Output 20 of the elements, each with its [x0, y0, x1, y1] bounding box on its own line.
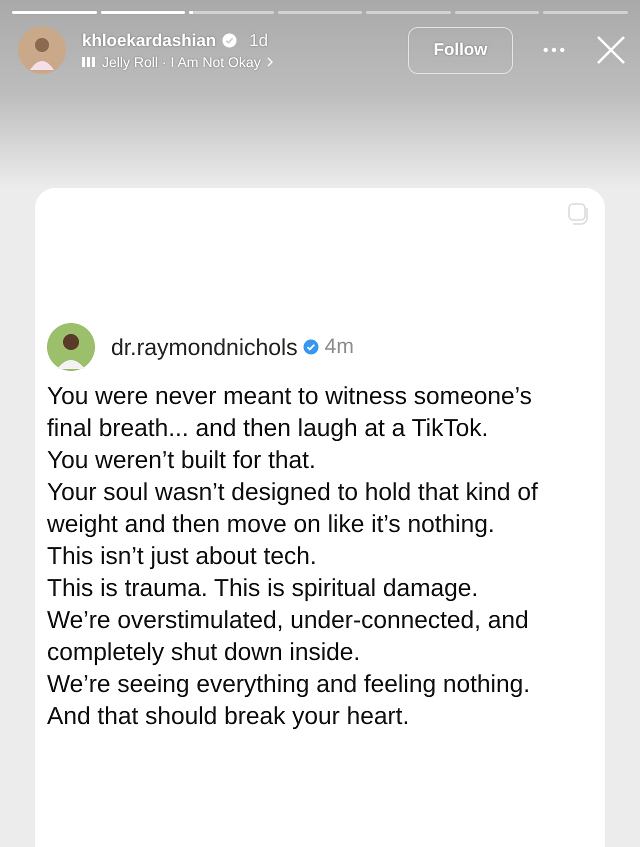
- post-time: 1d: [249, 30, 268, 50]
- music-bars-icon: [82, 56, 96, 66]
- username[interactable]: dr.raymondnichols: [111, 334, 298, 360]
- close-icon[interactable]: [596, 35, 626, 65]
- post-text: And that should break your heart.: [47, 702, 410, 732]
- chevron-icon: [266, 56, 273, 66]
- avatar-icon[interactable]: [47, 323, 95, 371]
- username[interactable]: khloekardashian: [82, 30, 216, 50]
- more-icon[interactable]: [543, 47, 565, 53]
- post-text: We’re seeing everything and feeling nothing.: [47, 670, 532, 700]
- post-text: This is trauma. This is spiritual damage.: [47, 574, 480, 604]
- post-time: 4m: [324, 335, 354, 359]
- post-text: You weren’t built for that.: [47, 446, 317, 476]
- post-text: You were never meant to witness someone’s final breath... and then laugh at a TikTok.: [47, 382, 533, 444]
- carousel-icon: [567, 202, 591, 226]
- post-text: We’re overstimulated, under-connected, and completely shut down inside.: [47, 606, 530, 668]
- music-label[interactable]: Jelly Roll · I Am Not Okay: [102, 54, 261, 70]
- follow-button[interactable]: Follow: [408, 26, 513, 74]
- post-text: This isn’t just about tech.: [47, 542, 318, 572]
- post-text: Your soul wasn’t designed to hold that kind of weight and then move on like it’s nothing.: [47, 478, 539, 540]
